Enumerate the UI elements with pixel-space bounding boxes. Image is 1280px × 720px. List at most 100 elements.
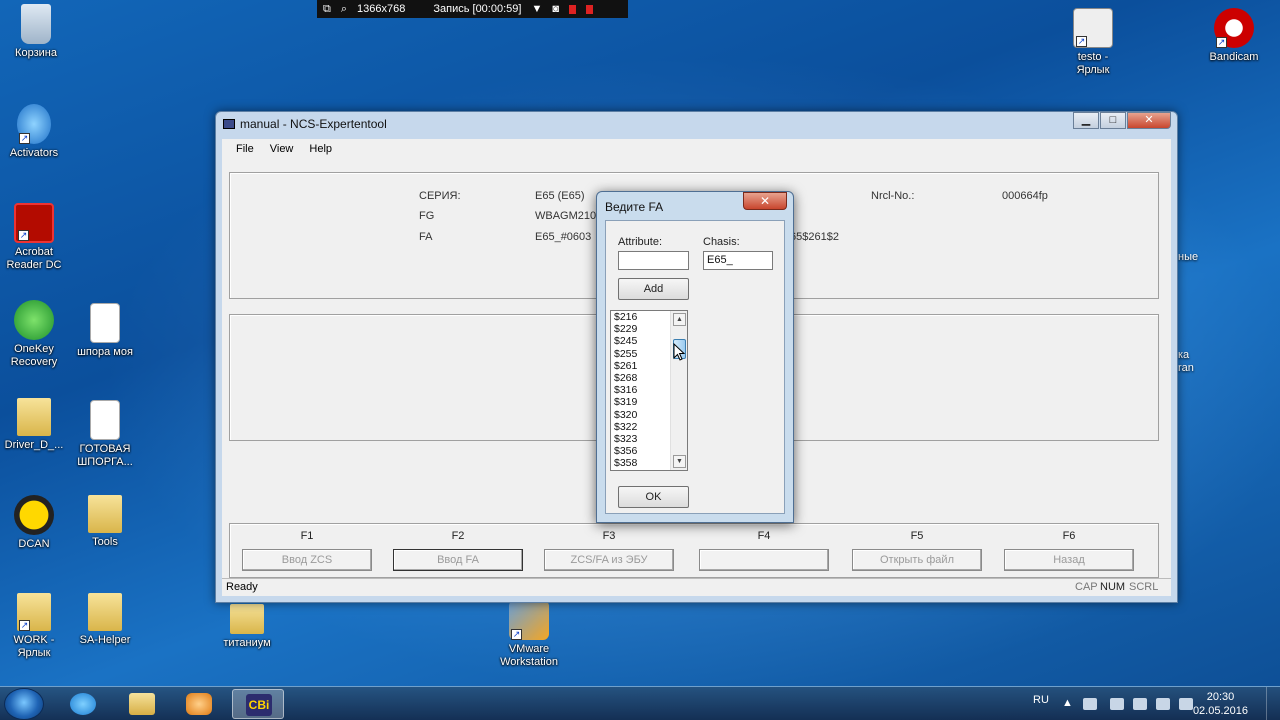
show-desktop-button[interactable] bbox=[1266, 687, 1280, 720]
acrobat-icon: ↗ bbox=[14, 203, 54, 243]
dcan-icon bbox=[14, 495, 54, 535]
clock[interactable]: 20:30 02.05.2016 bbox=[1193, 690, 1248, 718]
desktop-icon-label: WORK - Ярлык bbox=[13, 634, 55, 659]
status-cap: CAP bbox=[1075, 581, 1098, 593]
desktop-icon-tools[interactable]: Tools bbox=[69, 495, 141, 549]
fa-label: FA bbox=[419, 231, 433, 243]
testo-icon: ↗ bbox=[1073, 8, 1113, 48]
tray-flag-icon[interactable] bbox=[1133, 698, 1147, 710]
action-center-icon[interactable] bbox=[1110, 698, 1124, 710]
search-icon[interactable]: ⌕ bbox=[341, 3, 347, 16]
taskbar-ncs-expertentool[interactable]: СВі bbox=[232, 689, 284, 719]
camera-icon[interactable]: ◙ bbox=[552, 3, 559, 15]
window-controls: ▁ □ ✕ bbox=[1073, 112, 1171, 129]
clock-time: 20:30 bbox=[1206, 691, 1235, 703]
menu-help[interactable]: Help bbox=[301, 143, 340, 155]
status-ready: Ready bbox=[226, 581, 258, 593]
folder-icon bbox=[230, 604, 264, 634]
window-icon[interactable]: ⧉ bbox=[323, 3, 331, 16]
desktop-icon-titanium[interactable]: титаниум bbox=[211, 604, 283, 650]
desktop-icon-recycle-bin[interactable]: Корзина bbox=[0, 4, 72, 60]
media-player-icon bbox=[186, 693, 212, 715]
attribute-input[interactable] bbox=[618, 251, 689, 270]
shortcut-arrow-icon: ↗ bbox=[19, 133, 30, 144]
tray-app-icon[interactable] bbox=[1083, 698, 1097, 710]
minimize-button[interactable]: ▁ bbox=[1073, 112, 1099, 129]
open-file-button[interactable]: Открыть файл bbox=[852, 549, 982, 571]
desktop-icon-label: OneKey Recovery bbox=[10, 343, 58, 368]
ok-button[interactable]: OK bbox=[618, 486, 689, 508]
taskbar-internet-explorer[interactable] bbox=[57, 689, 109, 719]
recording-timer: Запись [00:00:59] bbox=[433, 3, 522, 15]
scroll-up-arrow-icon[interactable]: ▲ bbox=[673, 313, 686, 326]
desktop-icon-bandicam[interactable]: ↗ Bandicam bbox=[1198, 8, 1270, 64]
stop-icon[interactable] bbox=[586, 4, 593, 14]
add-button[interactable]: Add bbox=[618, 278, 689, 300]
desktop-icon-label: Корзина bbox=[15, 47, 57, 59]
enter-zcs-button[interactable]: Ввод ZCS bbox=[242, 549, 372, 571]
fa-value: E65_#0603 bbox=[535, 231, 592, 243]
series-value: E65 (E65) bbox=[535, 190, 585, 202]
volume-icon[interactable] bbox=[1179, 698, 1193, 710]
desktop-icon-driver[interactable]: Driver_D_... bbox=[0, 398, 70, 452]
shortcut-arrow-icon: ↗ bbox=[1216, 37, 1227, 48]
status-bar: Ready CAP NUM SCRL bbox=[222, 578, 1171, 596]
menu-file[interactable]: File bbox=[228, 143, 262, 155]
enter-fa-button[interactable]: Ввод FA bbox=[393, 549, 523, 571]
dropdown-icon[interactable]: ▼ bbox=[531, 3, 542, 15]
status-num: NUM bbox=[1100, 581, 1126, 593]
maximize-button[interactable]: □ bbox=[1100, 112, 1126, 129]
recycle-bin-icon bbox=[21, 4, 51, 44]
attribute-label: Attribute: bbox=[618, 236, 663, 248]
desktop-icon-gotovaya[interactable]: ГОТОВАЯ ШПОРГА... bbox=[69, 400, 141, 469]
fg-label: FG bbox=[419, 210, 435, 222]
desktop-icon-activators[interactable]: ↗ Activators bbox=[0, 104, 70, 160]
folder-icon: ↗ bbox=[17, 593, 51, 631]
status-scrl: SCRL bbox=[1129, 581, 1159, 593]
tray-expand-icon[interactable]: ▲ bbox=[1062, 697, 1073, 709]
ncl-value: 000664fp bbox=[1002, 190, 1048, 202]
taskbar: СВі RU ▲ 20:30 02.05.2016 bbox=[0, 686, 1280, 720]
dialog-close-button[interactable]: ✕ bbox=[743, 192, 787, 210]
start-button[interactable] bbox=[4, 688, 44, 720]
taskbar-explorer[interactable] bbox=[116, 689, 168, 719]
fkey-label: F4 bbox=[757, 530, 771, 542]
language-indicator[interactable]: RU bbox=[1033, 694, 1049, 706]
desktop-icon-shpora[interactable]: шпора моя bbox=[69, 303, 141, 359]
fkey-label: F5 bbox=[910, 530, 924, 542]
taskbar-media-player[interactable] bbox=[173, 689, 225, 719]
mouse-cursor-icon bbox=[673, 343, 686, 361]
f4-button[interactable] bbox=[699, 549, 829, 571]
desktop-icon-vmware[interactable]: ↗ VMware Workstation bbox=[493, 600, 565, 669]
pause-icon[interactable] bbox=[569, 4, 576, 14]
close-button[interactable]: ✕ bbox=[1127, 112, 1171, 129]
desktop-icon-dcan[interactable]: DCAN bbox=[0, 495, 70, 551]
fa-code-list[interactable]: $216 $229 $245 $255 $261 $268 $316 $319 … bbox=[610, 310, 688, 471]
desktop-icon-testo[interactable]: ↗ testo - Ярлык bbox=[1057, 8, 1129, 77]
app-icon bbox=[223, 119, 235, 129]
chasis-input[interactable]: E65_ bbox=[703, 251, 773, 270]
scroll-down-arrow-icon[interactable]: ▼ bbox=[673, 455, 686, 468]
folder-icon bbox=[88, 593, 122, 631]
folder-icon bbox=[17, 398, 51, 436]
desktop-icon-onekey[interactable]: OneKey Recovery bbox=[0, 300, 70, 369]
network-icon[interactable] bbox=[1156, 698, 1170, 710]
vmware-icon: ↗ bbox=[509, 600, 549, 640]
fkey-label: F3 bbox=[602, 530, 616, 542]
zcs-fa-from-ecu-button[interactable]: ZCS/FA из ЭБУ bbox=[544, 549, 674, 571]
desktop-icon-label-partial: ные bbox=[1178, 251, 1199, 263]
desktop-icon-label: Bandicam bbox=[1209, 51, 1259, 63]
resolution-label: 1366x768 bbox=[357, 3, 406, 15]
clock-date: 02.05.2016 bbox=[1192, 705, 1248, 717]
list-scrollbar[interactable]: ▲ ▼ bbox=[670, 311, 687, 470]
desktop-icon-work[interactable]: ↗ WORK - Ярлык bbox=[0, 593, 70, 660]
menu-bar: File View Help bbox=[222, 139, 1171, 159]
desktop-icon-label: Driver_D_... bbox=[4, 439, 64, 451]
fkey-label: F2 bbox=[451, 530, 465, 542]
folder-icon bbox=[129, 693, 155, 715]
back-button[interactable]: Назад bbox=[1004, 549, 1134, 571]
desktop-icon-acrobat[interactable]: ↗ Acrobat Reader DC bbox=[0, 203, 70, 272]
fa-value-tail: 65$261$2 bbox=[790, 231, 839, 243]
desktop-icon-sahelper[interactable]: SA-Helper bbox=[69, 593, 141, 647]
menu-view[interactable]: View bbox=[262, 143, 302, 155]
